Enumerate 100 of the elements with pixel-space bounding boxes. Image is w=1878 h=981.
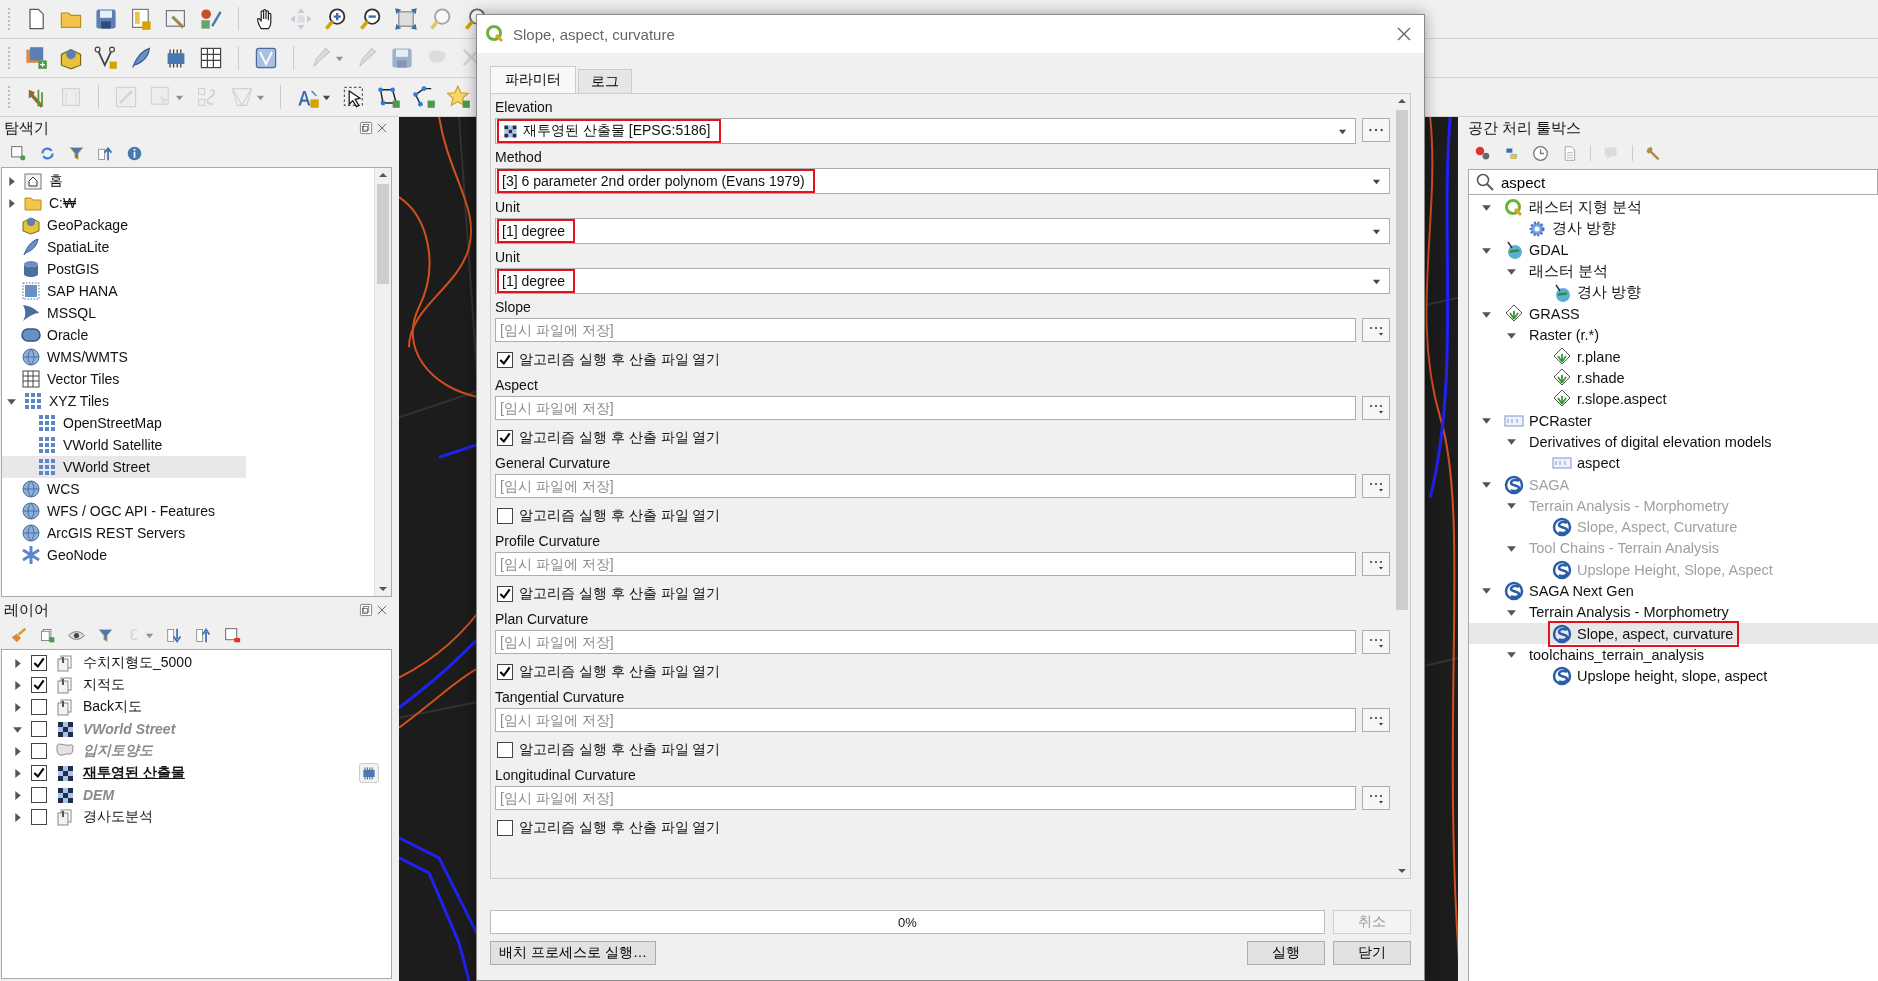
file-field[interactable]: [임시 파일에 저장] (495, 396, 1356, 420)
tree-item[interactable]: 경사 방향 (1469, 282, 1878, 304)
layer-row[interactable]: 수치지형도_5000 (2, 652, 391, 674)
tree-item[interactable]: 홈 (2, 170, 230, 192)
item-label: PCRaster (1529, 412, 1592, 429)
tree-item[interactable]: OpenStreetMap (2, 412, 246, 434)
tree-item[interactable]: SAP HANA (2, 280, 230, 302)
tree-item[interactable]: 경사 방향 (1469, 218, 1878, 240)
tree-item[interactable]: XYZ Tiles (2, 390, 230, 412)
checkbox-label: 알고리즘 실행 후 산출 파일 열기 (519, 351, 721, 369)
layer-row[interactable]: 지적도 (2, 674, 391, 696)
tree-item[interactable]: SpatiaLite (2, 236, 230, 258)
tree-item[interactable]: WMS/WMTS (2, 346, 230, 368)
parameter-label: Longitudinal Curvature (495, 766, 637, 785)
batch-button[interactable]: 배치 프로세스로 실행… (490, 941, 656, 965)
item-label: Vector Tiles (47, 371, 120, 387)
tab[interactable]: 파라미터 (490, 66, 576, 93)
item-label: WCS (47, 481, 80, 497)
layer-name: 입지토양도 (83, 742, 153, 760)
dropdown-value: 재투영된 산출물 [EPSG:5186] (523, 122, 711, 140)
file-field[interactable]: [임시 파일에 저장] (495, 318, 1356, 342)
tab[interactable]: 로그 (578, 69, 632, 93)
item-label: Derivatives of digital elevation models (1529, 433, 1772, 450)
tree-item[interactable]: C:₩ (2, 192, 230, 214)
tree-item[interactable]: PostGIS (2, 258, 230, 280)
file-field[interactable]: [임시 파일에 저장] (495, 630, 1356, 654)
layer-name: VWorld Street (83, 721, 176, 737)
search-field[interactable]: aspect (1468, 169, 1878, 195)
dropdown[interactable]: [3] 6 parameter 2nd order polynom (Evans 1979) (495, 168, 1390, 194)
dropdown[interactable]: 재투영된 산출물 [EPSG:5186] (495, 118, 1356, 144)
item-label: Tool Chains - Terrain Analysis (1529, 540, 1719, 557)
tree-item[interactable]: Raster (r.*) (1469, 324, 1878, 347)
item-label: SAGA Next Gen (1529, 583, 1634, 599)
layer-row[interactable]: Back지도 (2, 696, 391, 718)
tree-item[interactable]: PCRaster (1469, 409, 1878, 432)
item-label: WFS / OGC API - Features (47, 503, 216, 519)
item-label: 경사 방향 (1552, 219, 1617, 239)
file-field[interactable]: [임시 파일에 저장] (495, 708, 1356, 732)
layer-row[interactable]: 경사도분석 (2, 806, 391, 828)
tree-item[interactable]: Derivatives of digital elevation models (1469, 431, 1878, 453)
item-label: 래스터 지형 분석 (1529, 198, 1643, 218)
item-label: 래스터 분석 (1529, 262, 1609, 282)
item-label: XYZ Tiles (49, 393, 109, 409)
item-label: OpenStreetMap (63, 415, 162, 431)
item-label: Terrain Analysis - Morphometry (1529, 604, 1729, 621)
tree-item[interactable]: MSSQL (2, 302, 230, 324)
checkbox-label: 알고리즘 실행 후 산출 파일 열기 (519, 741, 721, 759)
tree-item[interactable]: VWorld Street (2, 456, 246, 478)
tree-item[interactable]: Oracle (2, 324, 230, 346)
item-label: r.plane (1577, 348, 1621, 365)
parameter-label: General Curvature (495, 454, 612, 473)
checkbox-label: 알고리즘 실행 후 산출 파일 열기 (519, 585, 721, 603)
tree-item[interactable]: r.shade (1469, 367, 1878, 389)
item-label: 홈 (49, 172, 63, 190)
dropdown[interactable]: [1] degree (495, 218, 1390, 244)
item-label: Slope, aspect, curvature (1577, 625, 1734, 642)
close-dialog-button[interactable]: 닫기 (1333, 941, 1411, 965)
tree-item[interactable]: VWorld Satellite (2, 434, 246, 456)
parameter-label: Elevation (495, 98, 554, 117)
run-button[interactable]: 실행 (1247, 941, 1325, 965)
tree-item[interactable]: Upslope height, slope, aspect (1469, 665, 1878, 687)
tree-item[interactable]: r.slope.aspect (1469, 388, 1878, 410)
parameter-label: Aspect (495, 376, 539, 395)
tree-item[interactable]: GeoNode (2, 544, 230, 566)
layer-name: DEM (83, 787, 115, 803)
tree-item[interactable]: SAGA Next Gen (1469, 580, 1878, 602)
window-title: Slope, aspect, curvature (513, 25, 676, 43)
file-field[interactable]: [임시 파일에 저장] (495, 552, 1356, 576)
dropdown-value: [3] 6 parameter 2nd order polynom (Evans 1979) (502, 173, 805, 189)
tree-item[interactable]: Terrain Analysis - Morphometry (1469, 601, 1878, 623)
parameter-label: Slope (495, 298, 532, 317)
item-label: GRASS (1529, 306, 1580, 323)
item-label: 경사 방향 (1577, 283, 1642, 303)
item-label: SpatiaLite (47, 239, 110, 255)
tree-item[interactable]: aspect (1469, 452, 1878, 474)
tree-item[interactable]: Slope, aspect, curvature (1469, 622, 1878, 645)
tree-item[interactable]: WFS / OGC API - Features (2, 500, 240, 522)
tree-item[interactable]: GDAL (1469, 239, 1878, 261)
tree-item[interactable]: 래스터 지형 분석 (1469, 197, 1878, 219)
tree-item[interactable]: toolchains_terrain_analysis (1469, 644, 1878, 666)
layer-name: 경사도분석 (83, 808, 153, 826)
dropdown[interactable]: [1] degree (495, 268, 1390, 294)
tree-item[interactable]: ArcGIS REST Servers (2, 522, 230, 544)
item-label: C:₩ (49, 195, 77, 211)
dropdown-value: [1] degree (502, 273, 566, 289)
layer-row[interactable]: 재투영된 산출물 (2, 762, 391, 784)
item-label: r.shade (1577, 370, 1625, 387)
parameter-label: Tangential Curvature (495, 688, 626, 707)
tree-item[interactable]: r.plane (1469, 346, 1878, 368)
item-label: aspect (1577, 455, 1620, 472)
progress-text: 0% (898, 914, 917, 930)
tree-item[interactable]: WCS (2, 478, 230, 500)
tree-item[interactable]: GRASS (1469, 303, 1878, 325)
tree-item[interactable]: Vector Tiles (2, 368, 230, 390)
checkbox-label: 알고리즘 실행 후 산출 파일 열기 (519, 819, 721, 837)
tree-item[interactable]: GeoPackage (2, 214, 230, 236)
tree-item[interactable]: 래스터 분석 (1469, 260, 1878, 283)
file-field[interactable]: [임시 파일에 저장] (495, 786, 1356, 810)
file-field[interactable]: [임시 파일에 저장] (495, 474, 1356, 498)
parameter-label: Plan Curvature (495, 610, 590, 629)
